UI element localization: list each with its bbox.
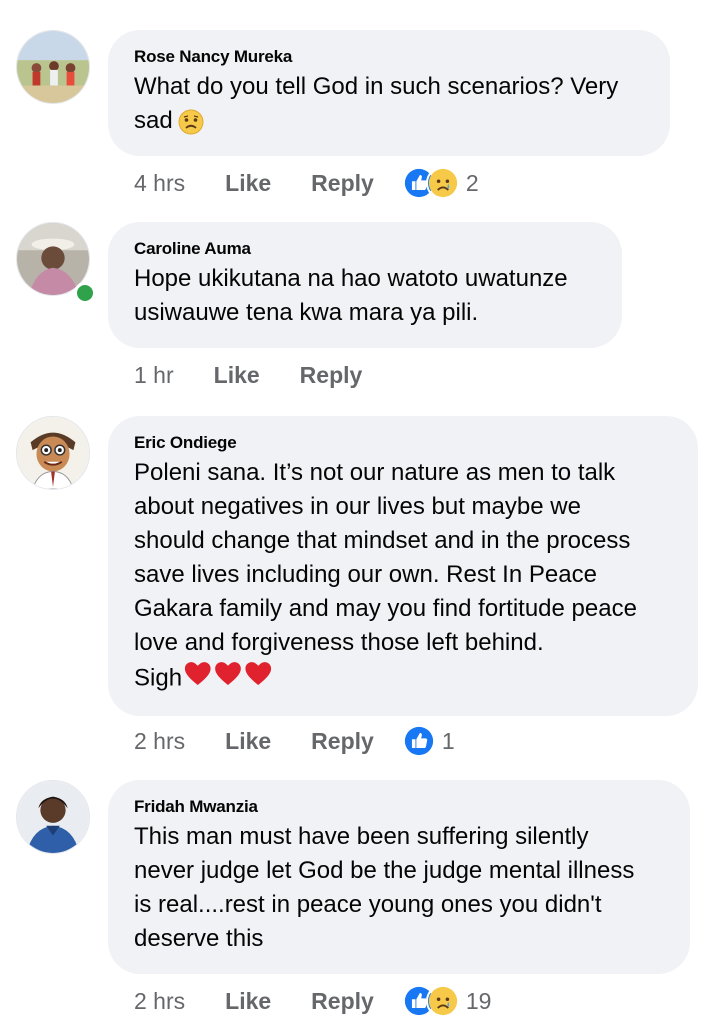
comment-text-wrap: Poleni sana. It’s not our nature as men … [134,456,672,698]
comment-bubble: Fridah Mwanzia This man must have been s… [108,780,690,974]
comment-text-wrap: What do you tell God in such scenarios? … [134,70,644,138]
comment-time[interactable]: 4 hrs [134,170,185,197]
comment-bubble: Rose Nancy Mureka What do you tell God i… [108,30,670,156]
avatar[interactable] [16,30,90,104]
comment-bubble: Caroline Auma Hope ukikutana na hao wato… [108,222,622,348]
three-red-hearts [184,660,272,698]
comment-actions: 2 hrs Like Reply 19 [134,984,491,1018]
like-reaction-icon [401,724,436,758]
comment-actions: 2 hrs Like Reply 1 [134,724,455,758]
reply-button[interactable]: Reply [311,728,374,755]
comment-actions: 4 hrs Like Reply 2 [134,166,479,200]
online-status-indicator [74,282,96,304]
comment-text: What do you tell God in such scenarios? … [134,73,619,134]
like-button[interactable]: Like [214,362,260,389]
comment-time[interactable]: 1 hr [134,362,174,389]
reaction-summary[interactable]: 19 [401,984,492,1018]
comment-text: Poleni sana. It’s not our nature as men … [134,459,637,692]
comment-actions: 1 hr Like Reply [134,358,362,392]
reaction-count: 19 [465,987,492,1014]
reply-button[interactable]: Reply [311,988,374,1015]
reply-button[interactable]: Reply [300,362,363,389]
comment-author[interactable]: Caroline Auma [134,238,596,260]
sad-reaction-icon [425,984,460,1018]
reaction-summary[interactable]: 1 [401,724,455,758]
comment-time[interactable]: 2 hrs [134,728,185,755]
reply-button[interactable]: Reply [311,170,374,197]
like-button[interactable]: Like [225,728,271,755]
avatar[interactable] [16,780,90,854]
reaction-count: 1 [441,727,455,754]
reaction-summary[interactable]: 2 [401,166,479,200]
comment-bubble: Eric Ondiege Poleni sana. It’s not our n… [108,416,698,716]
like-button[interactable]: Like [225,170,271,197]
sad-face-emoji [177,108,205,136]
like-button[interactable]: Like [225,988,271,1015]
reaction-count: 2 [465,169,479,196]
sad-reaction-icon [425,166,460,200]
avatar[interactable] [16,416,90,490]
comment-text: This man must have been suffering silent… [134,823,635,952]
comment-author[interactable]: Rose Nancy Mureka [134,46,644,68]
comment-author[interactable]: Fridah Mwanzia [134,796,664,818]
comment-time[interactable]: 2 hrs [134,988,185,1015]
comment-author[interactable]: Eric Ondiege [134,432,672,454]
comment-text: Hope ukikutana na hao watoto uwatunze us… [134,265,568,326]
